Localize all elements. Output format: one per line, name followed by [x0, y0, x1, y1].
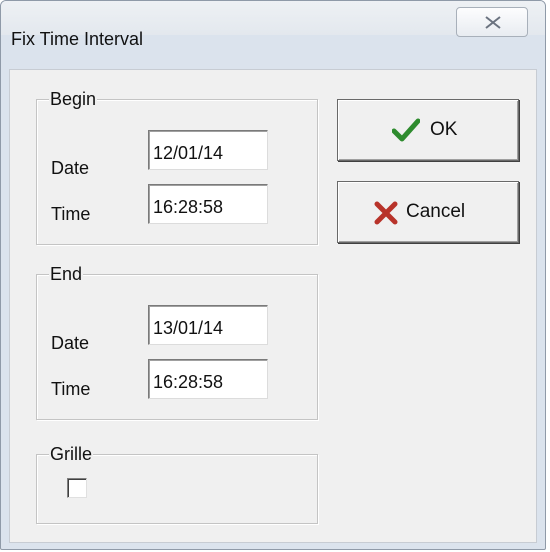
ok-button-label: OK [430, 119, 458, 140]
end-time-field[interactable] [148, 359, 268, 399]
end-group: End Date Time [36, 264, 318, 420]
begin-time-field[interactable] [148, 184, 268, 224]
ok-button[interactable]: OK [337, 99, 519, 161]
end-time-label: Time [51, 379, 91, 399]
grille-group: Grille [36, 444, 318, 524]
end-date-field[interactable] [148, 305, 268, 345]
grille-group-label: Grille [49, 444, 94, 464]
dialog-window: Fix Time Interval Begin Date Time End Da… [0, 0, 546, 550]
begin-group-label: Begin [49, 89, 98, 109]
begin-date-field[interactable] [148, 130, 268, 170]
end-group-label: End [49, 264, 84, 284]
checkmark-icon [392, 118, 420, 142]
begin-group: Begin Date Time [36, 89, 318, 245]
x-cross-icon [374, 201, 398, 225]
grille-checkbox[interactable] [67, 478, 87, 498]
close-icon [485, 16, 501, 29]
dialog-body: Begin Date Time End Date Time Grille OK [9, 69, 537, 543]
close-button[interactable] [456, 7, 528, 37]
cancel-button[interactable]: Cancel [337, 181, 519, 243]
begin-time-label: Time [51, 204, 91, 224]
begin-date-label: Date [51, 158, 90, 178]
cancel-button-label: Cancel [406, 201, 466, 222]
end-date-label: Date [51, 333, 90, 353]
dialog-title: Fix Time Interval [11, 29, 144, 49]
